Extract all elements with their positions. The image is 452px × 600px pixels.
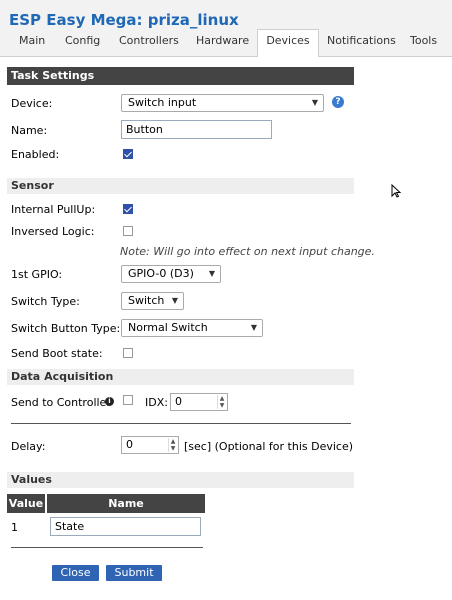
delay-value: 0 (126, 438, 133, 451)
section-data-acquisition: Data Acquisition (7, 369, 354, 385)
gpio-label: 1st GPIO: (11, 268, 63, 281)
enabled-label: Enabled: (11, 148, 60, 161)
send-boot-state-label: Send Boot state: (11, 347, 103, 360)
tab-main[interactable]: Main (19, 30, 45, 55)
gpio-select[interactable]: GPIO-0 (D3) ▼ (121, 265, 221, 283)
idx-label: IDX: (145, 396, 168, 409)
tab-controllers[interactable]: Controllers (119, 30, 179, 55)
value-name-input[interactable]: State (50, 517, 201, 536)
inversed-logic-checkbox[interactable] (123, 226, 133, 236)
value-index: 1 (11, 521, 18, 534)
values-header-value: Value (7, 494, 45, 513)
page-title: ESP Easy Mega: priza_linux (9, 11, 239, 29)
header: ESP Easy Mega: priza_linux Main Config C… (0, 0, 452, 57)
inversed-logic-label: Inversed Logic: (11, 225, 95, 238)
switch-button-type-select-value: Normal Switch (128, 321, 208, 334)
device-select[interactable]: Switch input ▼ (121, 94, 324, 112)
divider (11, 547, 203, 548)
section-values: Values (7, 472, 354, 488)
divider (11, 423, 351, 424)
help-icon[interactable]: ? (332, 96, 344, 108)
submit-button[interactable]: Submit (106, 565, 162, 581)
tab-config[interactable]: Config (65, 30, 100, 55)
delay-label: Delay: (11, 440, 46, 453)
device-select-value: Switch input (128, 96, 197, 109)
name-label: Name: (11, 124, 48, 137)
send-to-controller-label: Send to Controller (11, 396, 111, 409)
enabled-checkbox[interactable] (123, 149, 133, 159)
tab-hardware[interactable]: Hardware (196, 30, 249, 55)
idx-input[interactable]: 0 ▲ ▼ (170, 393, 228, 411)
close-button[interactable]: Close (52, 565, 99, 581)
tab-devices[interactable]: Devices (257, 29, 319, 57)
chevron-down-icon: ▼ (250, 323, 257, 332)
delay-input[interactable]: 0 ▲ ▼ (121, 436, 179, 454)
send-to-controller-checkbox[interactable] (123, 395, 133, 405)
switch-button-type-label: Switch Button Type: (11, 322, 121, 335)
gpio-select-value: GPIO-0 (D3) (128, 267, 194, 280)
send-boot-state-checkbox[interactable] (123, 348, 133, 358)
spinner-icon[interactable]: ▲ ▼ (168, 438, 177, 452)
values-header-name: Name (47, 494, 205, 513)
tab-notifications[interactable]: Notifications (327, 30, 396, 55)
switch-type-select[interactable]: Switch ▼ (121, 292, 184, 310)
switch-type-label: Switch Type: (11, 295, 80, 308)
section-task-settings: Task Settings (7, 67, 354, 85)
internal-pullup-checkbox[interactable] (123, 204, 133, 214)
device-label: Device: (11, 97, 53, 110)
internal-pullup-label: Internal PullUp: (11, 203, 96, 216)
chevron-down-icon: ▼ (208, 269, 215, 278)
info-icon: i (105, 397, 114, 406)
tab-tools[interactable]: Tools (410, 30, 437, 55)
spinner-icon[interactable]: ▲ ▼ (217, 395, 226, 409)
name-input[interactable]: Button (121, 120, 272, 139)
switch-type-select-value: Switch (128, 294, 165, 307)
note-text: Note: Will go into effect on next input … (120, 245, 375, 258)
mouse-cursor-icon (391, 184, 401, 198)
section-sensor: Sensor (7, 178, 354, 194)
idx-value: 0 (175, 395, 182, 408)
chevron-down-icon: ▼ (171, 296, 178, 305)
switch-button-type-select[interactable]: Normal Switch ▼ (121, 319, 263, 337)
tab-bar: Main Config Controllers Hardware Devices… (0, 29, 452, 57)
chevron-down-icon: ▼ (311, 98, 318, 107)
delay-suffix: [sec] (Optional for this Device) (184, 440, 354, 453)
